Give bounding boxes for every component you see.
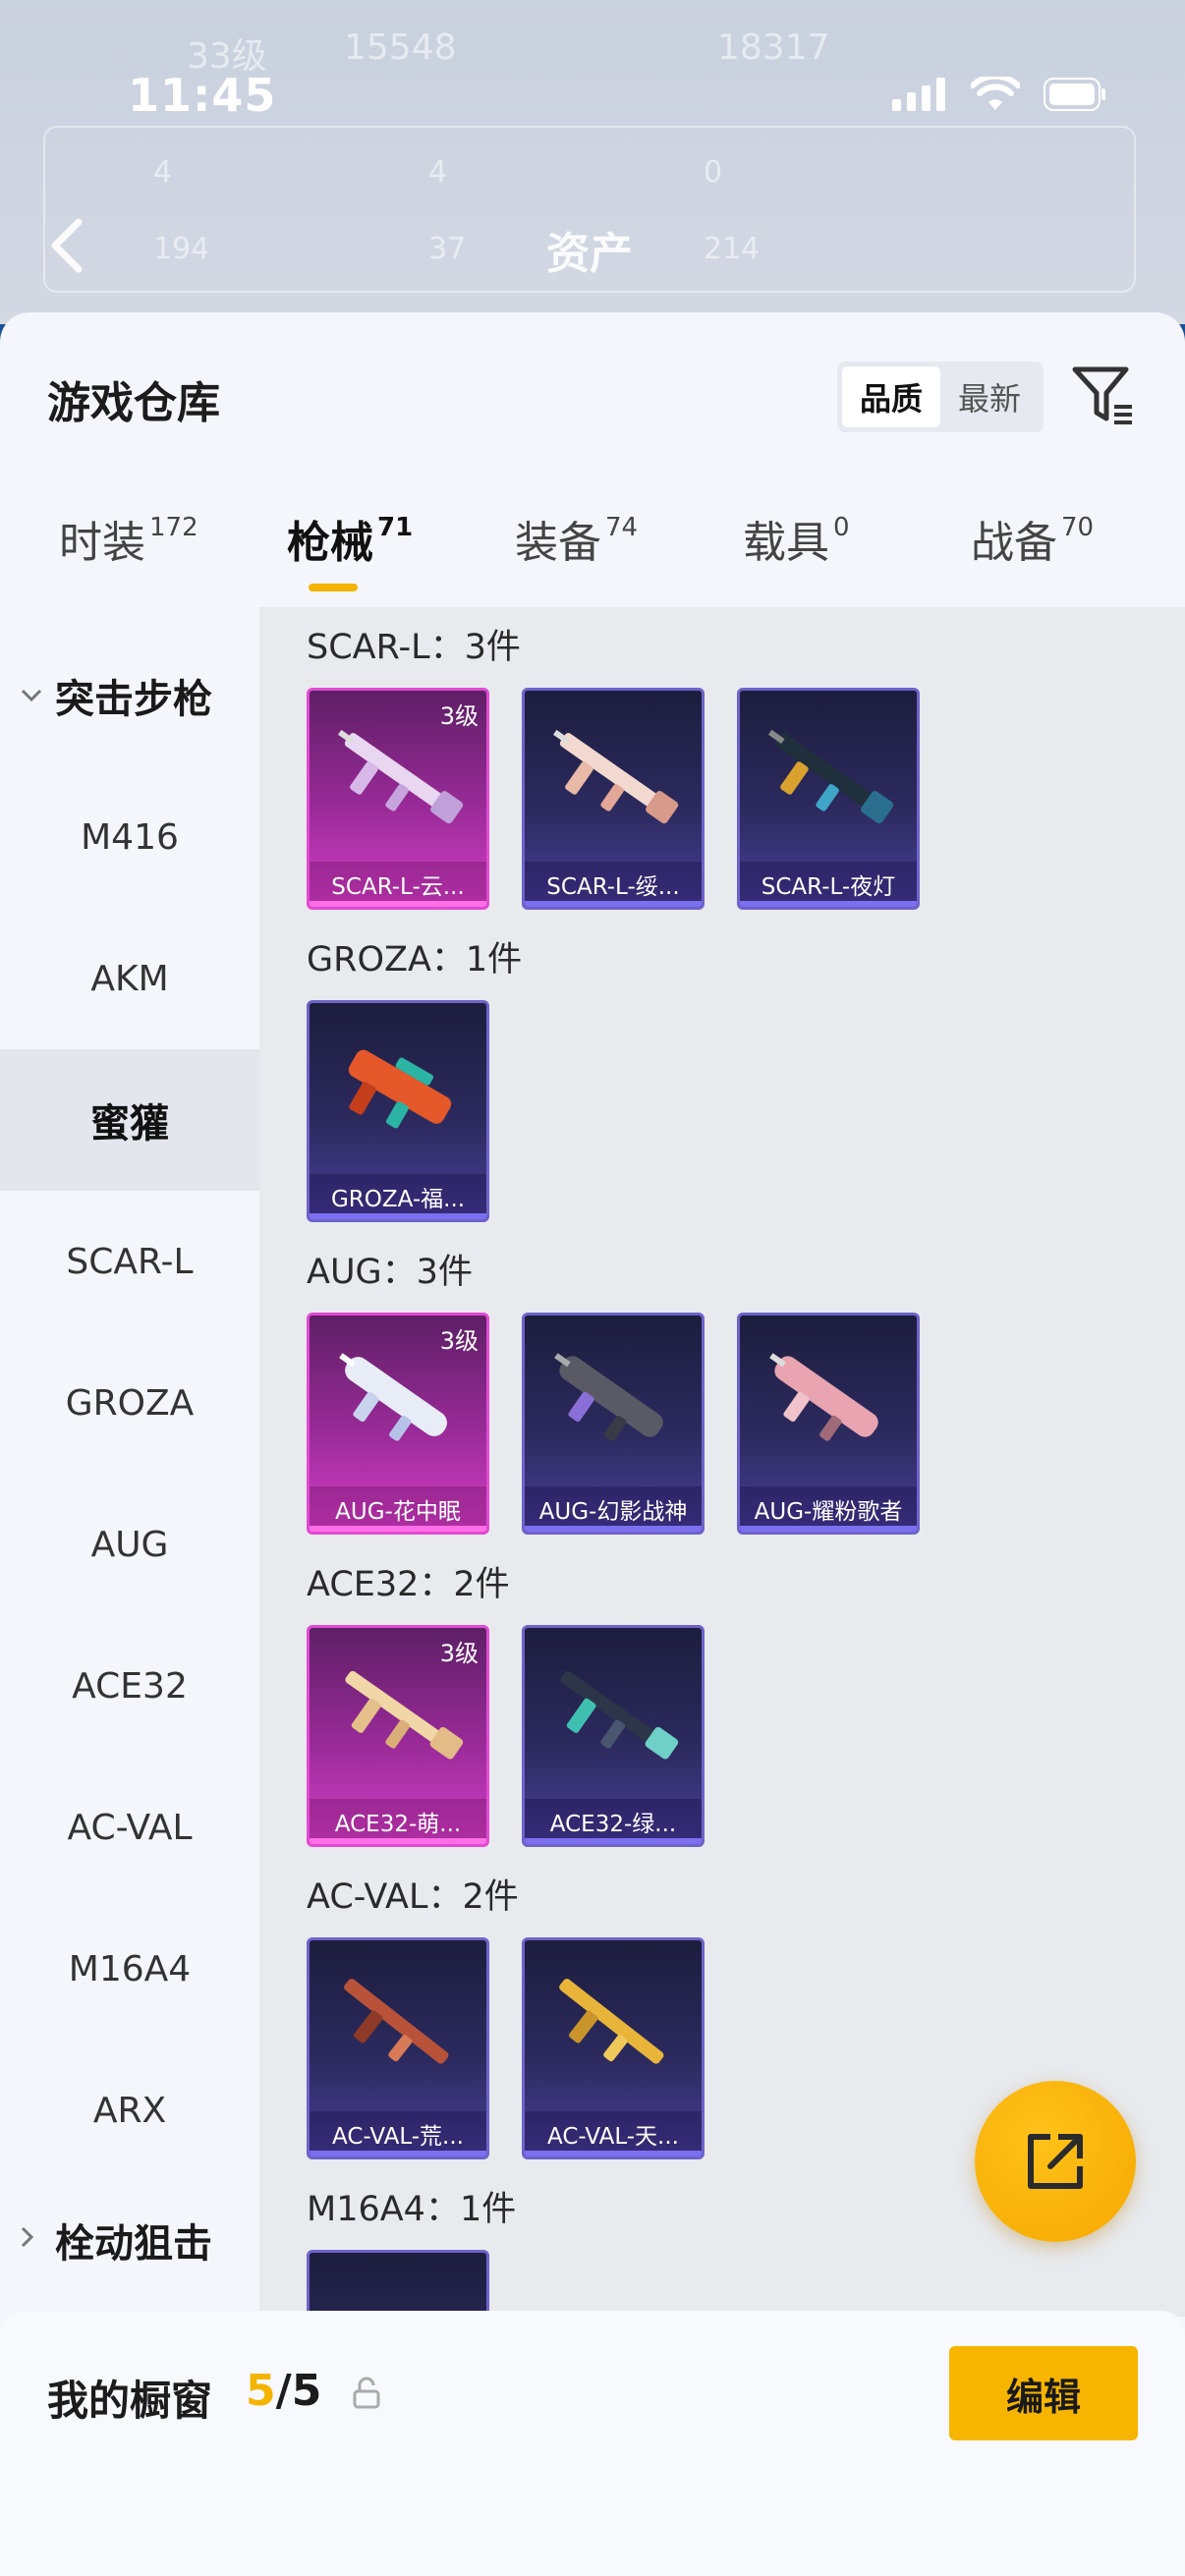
weapon-sidebar: 突击步枪 M416 AKM 蜜獾 SCAR-L GROZA AUG ACE32 … [0,607,259,2336]
chevron-right-icon [20,2225,55,2255]
sidebar-item-ace32[interactable]: ACE32 [0,1615,259,1757]
score-text: 15548 [344,28,457,68]
weapon-card[interactable]: SCAR-L-夜灯 [737,688,920,910]
weapon-card[interactable]: 3级 AUG-花中眠 [307,1313,489,1535]
sort-quality-button[interactable]: 品质 [842,366,940,427]
level-badge: 3级 [439,1327,479,1355]
share-icon [1028,2134,1083,2189]
weapon-card[interactable]: AUG-耀粉歌者 [737,1313,920,1535]
rifle-icon [559,1979,664,2064]
signal-icon [892,78,945,111]
tab-vehicles[interactable]: 载具 0 [743,507,850,570]
chevron-down-icon [20,682,55,709]
sheet-title: 游戏仓库 [47,378,220,428]
active-tab-indicator [309,584,358,591]
rifle-icon [560,1670,679,1760]
edit-button[interactable]: 编辑 [949,2346,1138,2440]
rifle-icon [554,1353,663,1441]
battery-icon [1044,78,1105,111]
rifle-icon [348,1049,452,1129]
tab-supplies[interactable]: 战备 70 [971,507,1094,570]
weapon-card[interactable]: GROZA-福... [307,1000,489,1222]
group-title-ac-val: AC-VAL：2件 [307,1877,519,1917]
level-badge: 3级 [439,1640,479,1667]
group-title-groza: GROZA：1件 [307,940,523,980]
weapon-card[interactable]: ACE32-绿... [522,1625,705,1847]
rifle-icon [337,729,464,824]
group-title-scar-l: SCAR-L：3件 [307,628,521,667]
share-button[interactable] [975,2081,1136,2242]
status-time: 11:45 [128,69,277,122]
weapon-card[interactable]: AC-VAL-天... [522,1937,705,2159]
back-icon[interactable] [47,216,86,275]
sidebar-item-arx[interactable]: ARX [0,2040,259,2181]
showcase-label: 我的橱窗 [47,2377,213,2425]
tab-fashion[interactable]: 时装 172 [59,507,198,570]
sidebar-item-akm[interactable]: AKM [0,908,259,1049]
sidebar-item-groza[interactable]: GROZA [0,1332,259,1474]
showcase-count: 5/5 [246,2366,322,2416]
category-tabs: 时装 172 枪械 71 装备 74 载具 0 战备 70 [0,497,1185,595]
rifle-icon [769,1353,878,1441]
tab-equipment[interactable]: 装备 74 [515,507,638,570]
sort-toggle: 品质 最新 [837,362,1044,432]
weapon-card[interactable] [307,2250,489,2317]
sidebar-item-honey-badger[interactable]: 蜜獾 [0,1049,259,1191]
background-header: 33级 15548 18317 4 4 0 194 37 214 资产 11:4… [0,0,1185,324]
sidebar-item-m16a4[interactable]: M16A4 [0,1898,259,2040]
showcase-bar: 我的橱窗 5/5 编辑 [0,2311,1185,2576]
rifle-icon [552,729,679,824]
tab-firearms[interactable]: 枪械 71 [287,507,413,570]
sidebar-category-assault-rifles[interactable]: 突击步枪 [0,637,259,755]
rifle-icon [345,1670,464,1760]
lock-icon [353,2377,380,2409]
rifle-icon [339,1353,447,1441]
group-title-ace32: ACE32：2件 [307,1565,510,1604]
rifle-icon [767,729,894,824]
group-title-m16a4: M16A4：1件 [307,2190,517,2229]
weapon-card[interactable]: AC-VAL-荒... [307,1937,489,2159]
sidebar-item-aug[interactable]: AUG [0,1474,259,1615]
sidebar-item-ac-val[interactable]: AC-VAL [0,1757,259,1898]
wifi-icon [971,77,1020,110]
weapon-card[interactable]: 3级 ACE32-萌... [307,1625,489,1847]
sidebar-item-scar-l[interactable]: SCAR-L [0,1191,259,1332]
weapon-card[interactable]: SCAR-L-绥... [522,688,705,910]
warehouse-sheet: 游戏仓库 品质 最新 时装 172 枪械 71 装备 74 载具 0 战备 70 突击步枪… [0,312,1185,2576]
weapon-card[interactable]: 3级 SCAR-L-云... [307,688,489,910]
weapon-card[interactable]: AUG-幻影战神 [522,1313,705,1535]
rifle-icon [344,1979,449,2064]
group-title-aug: AUG：3件 [307,1253,473,1292]
filter-icon[interactable] [1069,362,1138,430]
sidebar-item-m416[interactable]: M416 [0,766,259,908]
status-icons [892,77,1106,112]
points-text: 18317 [717,28,830,68]
sidebar-category-bolt-snipers[interactable]: 栓动狙击 [0,2181,259,2299]
weapon-grid: SCAR-L：3件 3级 SCAR-L-云... SCAR-L-绥... SCA… [259,607,1185,2317]
sort-newest-button[interactable]: 最新 [940,366,1039,427]
page-title: 资产 [546,229,633,279]
level-badge: 3级 [439,702,479,730]
